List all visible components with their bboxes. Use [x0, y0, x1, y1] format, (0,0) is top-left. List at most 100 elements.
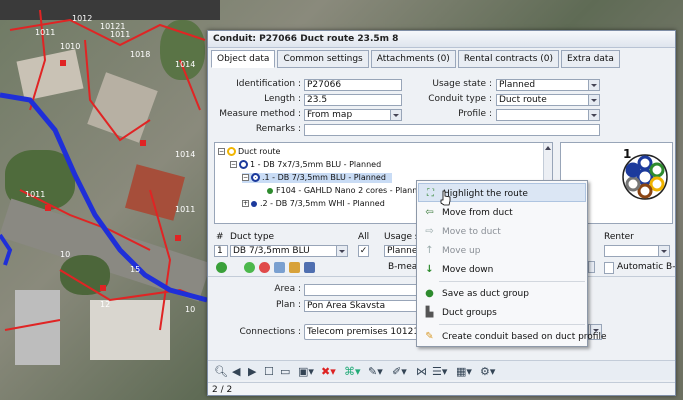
mouse-cursor-icon [440, 190, 451, 206]
tree-node-subduct-1[interactable]: − .1 - DB 7/3,5mm BLU - Planned [242, 173, 392, 183]
menu-item-label: Move from duct [442, 208, 513, 218]
map-label: 1014 [175, 60, 196, 69]
automatic-label: Automatic B-r [617, 262, 676, 272]
chevron-down-icon[interactable] [591, 99, 597, 102]
duct-icon [239, 160, 248, 169]
menu-separator [439, 281, 585, 282]
measure-method-select[interactable]: From map [304, 109, 402, 121]
tool-icon[interactable] [289, 262, 300, 273]
map-label: 1014 [175, 150, 196, 159]
menu-item-label: Create conduit based on duct profile [442, 332, 607, 342]
profile-badge: 1 [623, 147, 632, 161]
window-icon[interactable] [274, 262, 285, 273]
length-field[interactable]: 23.5 [304, 94, 402, 106]
menu-item-label: Duct groups [442, 308, 497, 318]
menu-separator [439, 324, 585, 325]
chevron-down-icon[interactable] [661, 250, 667, 253]
connect-icon[interactable]: ⌘▾ [344, 365, 361, 378]
expand-icon[interactable]: + [242, 200, 249, 207]
tools-icon[interactable]: ⚙▾ [480, 365, 495, 378]
cable-marker [100, 285, 106, 291]
create-conduit-icon: ✎ [425, 331, 434, 342]
chevron-down-icon[interactable] [593, 329, 599, 332]
split-icon[interactable] [304, 262, 315, 273]
list-icon[interactable]: ☰▾ [432, 365, 447, 378]
add-icon[interactable] [216, 262, 227, 273]
usage-state-row-select[interactable]: Planne [384, 245, 420, 257]
col-header-number: # [216, 232, 224, 242]
collapse-icon[interactable]: − [242, 174, 249, 181]
col-header-usage[interactable]: Usage s [384, 232, 420, 242]
area-label: Area : [274, 284, 301, 294]
menu-item-move-down[interactable]: ↓ Move down [418, 260, 586, 279]
arrow-up-icon: ↑ [425, 245, 434, 256]
col-header-renter[interactable]: Renter [604, 232, 634, 242]
remarks-field[interactable] [304, 124, 600, 136]
menu-item-create-conduit[interactable]: ✎ Create conduit based on duct profile [418, 327, 606, 346]
new-icon[interactable]: ☐ [264, 365, 274, 378]
area-field[interactable] [304, 284, 434, 296]
edit-icon[interactable]: ✎▾ [368, 365, 383, 378]
chevron-down-icon[interactable] [393, 114, 399, 117]
status-bar: 2 / 2 [208, 382, 675, 395]
tab-common-settings[interactable]: Common settings [277, 50, 369, 68]
menu-item-move-up: ↑ Move up [418, 241, 586, 260]
tree-node-cable[interactable]: F104 - GAHLD Nano 2 cores - Planne [267, 186, 422, 196]
chevron-down-icon[interactable] [339, 250, 345, 253]
identification-field[interactable]: P27066 [304, 79, 402, 91]
measure-method-label: Measure method : [219, 109, 301, 119]
length-label: Length : [264, 94, 301, 104]
split-icon[interactable]: ⋈ [416, 365, 427, 378]
conduit-type-select[interactable]: Duct route [496, 94, 600, 106]
profile-select[interactable] [496, 109, 600, 121]
tree-node-root[interactable]: − Duct route [218, 147, 280, 157]
duct-type-select[interactable]: DB 7/3,5mm BLU [230, 245, 348, 257]
chevron-down-icon[interactable] [591, 114, 597, 117]
menu-item-save-duct-group[interactable]: ● Save as duct group [418, 284, 586, 303]
col-header-duct-type[interactable]: Duct type [230, 232, 274, 242]
window-icon[interactable]: ▭ [280, 365, 290, 378]
cable-lines [4, 9, 206, 331]
measure-icon[interactable]: ✐▾ [392, 365, 407, 378]
next-icon[interactable]: ▶ [248, 365, 256, 378]
collapse-icon[interactable]: − [218, 148, 225, 155]
map-label: 1018 [130, 50, 151, 59]
chevron-up-icon[interactable] [545, 146, 551, 150]
map-label: 1011 [35, 28, 56, 37]
tab-rental-contracts[interactable]: Rental contracts (0) [457, 50, 559, 68]
menu-item-label: Move up [442, 246, 481, 256]
remove-icon[interactable] [259, 262, 270, 273]
spin-icon[interactable] [588, 261, 595, 273]
row-number-field[interactable]: 1 [214, 245, 228, 257]
tab-attachments[interactable]: Attachments (0) [370, 50, 456, 68]
map-label: 10 [185, 305, 196, 314]
cable-line [149, 189, 172, 331]
plan-label: Plan : [275, 300, 301, 310]
map-label: 10121 [100, 22, 126, 31]
automatic-checkbox[interactable] [604, 262, 614, 274]
menu-item-move-to-duct: ⇨ Move to duct [418, 222, 586, 241]
zoom-icon[interactable]: 🔍︎ [214, 365, 228, 378]
tree-node-label: Duct route [238, 147, 281, 156]
previous-icon[interactable]: ◀ [232, 365, 240, 378]
bottom-toolbar: 🔍︎ ◀ ▶ ☐ ▭ ▣▾ ✖▾ ⌘▾ ✎▾ ✐▾ ⋈ ☰▾ ▦▾ ⚙▾ [208, 360, 675, 380]
tab-object-data[interactable]: Object data [211, 50, 276, 68]
tree-node-subduct-2[interactable]: + .2 - DB 7/3,5mm WHI - Planned [242, 199, 385, 209]
confirm-icon[interactable] [244, 262, 255, 273]
move-from-icon: ⇦ [425, 207, 434, 218]
menu-item-label: Move to duct [442, 227, 501, 237]
menu-item-duct-groups[interactable]: ▙ Duct groups [418, 303, 586, 322]
all-checkbox[interactable]: ✓ [358, 245, 369, 257]
tab-extra-data[interactable]: Extra data [561, 50, 620, 68]
collapse-icon[interactable]: − [230, 161, 237, 168]
tree-node-duct-1[interactable]: − 1 - DB 7x7/3,5mm BLU - Planned [230, 160, 381, 170]
chevron-down-icon[interactable] [591, 84, 597, 87]
table-icon[interactable]: ▦▾ [456, 365, 472, 378]
plan-field[interactable]: Pon Area Skavsta [304, 300, 434, 312]
save-icon[interactable]: ▣▾ [298, 365, 314, 378]
renter-select[interactable] [604, 245, 670, 257]
delete-icon[interactable]: ✖▾ [321, 365, 336, 378]
col-header-all[interactable]: All [358, 232, 369, 242]
dialog-title[interactable]: Conduit: P27066 Duct route 23.5m 8 [208, 31, 675, 48]
usage-state-select[interactable]: Planned [496, 79, 600, 91]
